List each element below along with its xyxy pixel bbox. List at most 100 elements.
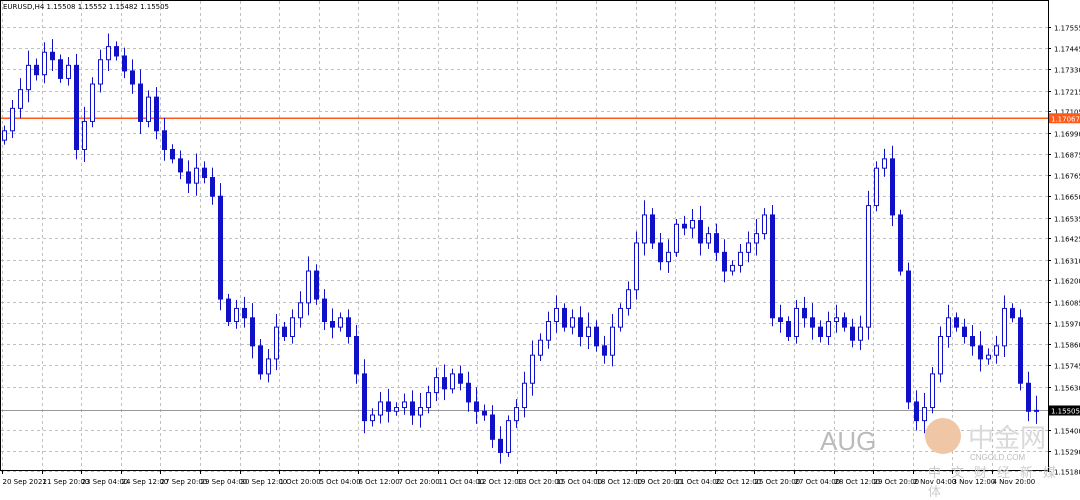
candle-body-bull (762, 214, 767, 235)
candle-body-bear (346, 317, 351, 337)
price-chart[interactable]: 1.175551.174451.173301.172151.171051.169… (0, 0, 1080, 490)
candle-body-bull (626, 289, 631, 309)
candle-body-bull (530, 354, 535, 384)
candle-body-bull (266, 358, 271, 375)
candle-body-bull (26, 64, 31, 91)
candle-body-bull (570, 317, 575, 328)
candle-body-bull (1002, 307, 1007, 347)
candle-body-bear (602, 345, 607, 356)
candle (898, 209, 903, 276)
x-tick-label: 21 Oct 04:00 (676, 478, 722, 486)
candle-body-bear (698, 220, 703, 244)
candle-body-bull (418, 407, 423, 416)
candle-body-bull (922, 407, 927, 422)
candle-body-bear (842, 317, 847, 328)
candle-body-bear (58, 59, 63, 79)
candle-body-bear (178, 158, 183, 173)
y-tick-label: 1.16765 (1054, 173, 1080, 181)
candle-body-bear (210, 177, 215, 197)
candle-body-bull (42, 51, 47, 76)
candle-body-bear (314, 270, 319, 300)
candle-body-bear (778, 317, 783, 323)
candle (770, 204, 775, 327)
candle-body-bear (770, 214, 775, 319)
candle-body-bear (74, 64, 79, 150)
candle-body-bull (434, 377, 439, 394)
candle-body-bear (906, 270, 911, 403)
candle-body-bull (986, 354, 991, 360)
candle-body-bull (706, 233, 711, 244)
x-tick-label: 5 Oct 04:00 (320, 478, 361, 486)
x-tick-label: 18 Oct 12:00 (597, 478, 643, 486)
candle-body-bull (858, 326, 863, 341)
candle-body-bull (426, 392, 431, 409)
candle-body-bull (538, 339, 543, 356)
candle-body-bear (714, 233, 719, 253)
candle-body-bear (474, 401, 479, 412)
candle-body-bear (578, 317, 583, 337)
candle-body-bear (786, 321, 791, 337)
candle-body-bull (930, 373, 935, 409)
x-tick-label: 27 Oct 04:00 (795, 478, 841, 486)
candle-body-bear (130, 70, 135, 85)
candle-body-bear (490, 414, 495, 440)
current-price-label: 1.15505 (1051, 408, 1080, 416)
y-tick-label: 1.16990 (1054, 131, 1080, 139)
candle-body-bull (690, 220, 695, 229)
ohlc-readout: 1.15508 1.15552 1.15482 1.15505 (46, 3, 170, 11)
candle-body-bull (634, 242, 639, 291)
candle (90, 77, 95, 128)
candle-body-bull (874, 167, 879, 207)
candle-body-bear (650, 214, 655, 244)
candle-body-bear (114, 46, 119, 57)
candle-body-bear (498, 438, 503, 453)
candle-body-bull (618, 307, 623, 328)
y-tick-label: 1.15400 (1054, 428, 1080, 436)
candle-body-bull (674, 223, 679, 253)
horizontal-level-label: 1.17067 (1051, 115, 1080, 123)
candle-body-bull (2, 130, 7, 141)
candle-body-bull (522, 382, 527, 409)
candle-body-bear (50, 51, 55, 61)
candle-body-bull (994, 345, 999, 356)
candle-body-bear (978, 345, 983, 360)
candle (218, 183, 223, 311)
candle-body-bull (738, 251, 743, 266)
candle-body-bear (138, 83, 143, 122)
candle-body-bear (186, 171, 191, 184)
candle-body-bear (658, 242, 663, 263)
candle-body-bull (506, 420, 511, 453)
candle-body-bull (290, 317, 295, 337)
candle-body-bull (882, 158, 887, 169)
candle-body-bull (66, 64, 71, 79)
candle-body-bull (946, 317, 951, 337)
y-tick-label: 1.15745 (1054, 363, 1080, 371)
x-tick-label: 6 Oct 12:00 (359, 478, 400, 486)
candle-body-bear (1010, 307, 1015, 319)
x-tick-label: 15 Oct 04:00 (557, 478, 603, 486)
candle (874, 161, 879, 212)
x-tick-label: 4 Nov 20:00 (993, 478, 1036, 486)
candle-body-bull (90, 83, 95, 122)
candle (930, 367, 935, 414)
candle-body-bear (386, 401, 391, 412)
candle-body-bear (890, 158, 895, 216)
candle-body-bull (554, 307, 559, 323)
candle-body-bear (162, 130, 167, 150)
candle-body-bear (170, 148, 175, 160)
candle-body-bull (194, 167, 199, 184)
candle-body-bear (258, 345, 263, 375)
x-tick-label: 20 Sep 2021 (3, 478, 47, 486)
y-tick-label: 1.16875 (1054, 152, 1080, 160)
candle-body-bear (914, 401, 919, 422)
y-tick-label: 1.17330 (1054, 67, 1080, 75)
symbol-label: EURUSD,H4 (3, 3, 45, 11)
candle-body-bear (226, 298, 231, 323)
x-tick-label: 25 Oct 20:00 (755, 478, 801, 486)
candle-body-bear (458, 373, 463, 384)
candle (74, 53, 79, 160)
y-tick-label: 1.17555 (1054, 25, 1080, 33)
candle-body-bear (722, 251, 727, 272)
candle-body-bear (202, 167, 207, 179)
candle-body-bull (402, 401, 407, 409)
